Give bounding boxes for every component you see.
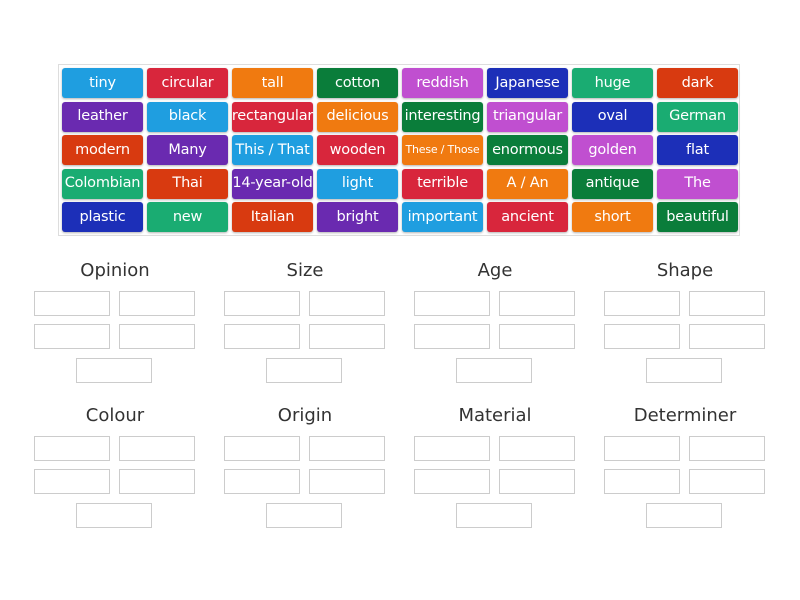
drop-slot[interactable] (689, 291, 765, 316)
word-tile[interactable]: wooden (317, 135, 398, 165)
drop-slot[interactable] (604, 324, 680, 349)
word-bank: tiny circular tall cotton reddish Japanese hug… (58, 64, 740, 236)
group-title: Opinion (80, 260, 150, 281)
drop-slot[interactable] (414, 291, 490, 316)
word-tile[interactable]: enormous (487, 135, 568, 165)
word-tile[interactable]: tiny (62, 68, 143, 98)
drop-slot[interactable] (456, 358, 532, 383)
drop-slot[interactable] (309, 469, 385, 494)
word-tile[interactable]: These / Those (402, 135, 483, 165)
word-tile[interactable]: antique (572, 168, 653, 199)
word-tile[interactable]: light (317, 168, 398, 199)
word-tile[interactable]: Italian (232, 202, 313, 232)
word-tile[interactable]: Many (147, 135, 228, 165)
drop-slot[interactable] (34, 324, 110, 349)
word-tile[interactable]: tall (232, 68, 313, 98)
word-tile[interactable]: beautiful (657, 202, 738, 232)
word-tile[interactable]: This / That (232, 135, 313, 165)
drop-slot[interactable] (646, 358, 722, 383)
word-tile[interactable]: delicious (317, 101, 398, 132)
word-tile[interactable]: Japanese (487, 68, 568, 98)
drop-slot[interactable] (119, 436, 195, 461)
word-tile[interactable]: rectangular (232, 101, 313, 132)
drop-slot[interactable] (689, 469, 765, 494)
word-tile[interactable]: bright (317, 202, 398, 232)
drop-slot[interactable] (119, 324, 195, 349)
drop-slot[interactable] (309, 324, 385, 349)
word-tile[interactable]: German (657, 101, 738, 132)
drop-slot[interactable] (689, 324, 765, 349)
drop-slot[interactable] (34, 291, 110, 316)
drop-slot[interactable] (224, 436, 300, 461)
drop-slot[interactable] (76, 503, 152, 528)
drop-slot[interactable] (224, 291, 300, 316)
drop-slot[interactable] (224, 469, 300, 494)
word-tile[interactable]: golden (572, 135, 653, 165)
group-title: Determiner (633, 405, 737, 426)
drop-slot[interactable] (604, 436, 680, 461)
word-tile[interactable]: Colombian (62, 168, 143, 199)
group-title: Size (286, 260, 324, 281)
drop-slot[interactable] (414, 324, 490, 349)
word-tile[interactable]: circular (147, 68, 228, 98)
group-title: Shape (656, 260, 714, 281)
word-tile[interactable]: A / An (487, 168, 568, 199)
word-tile[interactable]: black (147, 101, 228, 132)
word-tile[interactable]: new (147, 202, 228, 232)
drop-slot[interactable] (266, 503, 342, 528)
drop-slot[interactable] (266, 358, 342, 383)
word-tile[interactable]: important (402, 202, 483, 232)
drop-slot[interactable] (499, 324, 575, 349)
drop-slot[interactable] (224, 324, 300, 349)
drop-slot[interactable] (604, 291, 680, 316)
word-tile[interactable]: flat (657, 135, 738, 165)
word-tile[interactable]: interesting (402, 101, 483, 132)
group-title: Origin (277, 405, 333, 426)
word-tile[interactable]: leather (62, 101, 143, 132)
drop-slot[interactable] (499, 436, 575, 461)
group-title: Colour (85, 405, 145, 426)
word-tile[interactable]: reddish (402, 68, 483, 98)
group-title: Age (477, 260, 513, 281)
drop-slot[interactable] (309, 291, 385, 316)
word-tile[interactable]: ancient (487, 202, 568, 232)
word-tile[interactable]: The (657, 168, 738, 199)
drop-slot[interactable] (34, 436, 110, 461)
word-tile[interactable]: oval (572, 101, 653, 132)
word-tile[interactable]: triangular (487, 101, 568, 132)
drop-slot[interactable] (604, 469, 680, 494)
group-title: Material (458, 405, 532, 426)
drop-slot[interactable] (646, 503, 722, 528)
drop-slot[interactable] (309, 436, 385, 461)
word-tile[interactable]: modern (62, 135, 143, 165)
drop-slot[interactable] (499, 469, 575, 494)
drop-slot[interactable] (456, 503, 532, 528)
drop-slot[interactable] (76, 358, 152, 383)
drop-slot[interactable] (689, 436, 765, 461)
word-tile[interactable]: 14-year-old (232, 168, 313, 199)
drop-slot[interactable] (119, 469, 195, 494)
drop-slot[interactable] (414, 436, 490, 461)
drop-slot[interactable] (499, 291, 575, 316)
word-tile[interactable]: plastic (62, 202, 143, 232)
word-tile[interactable]: cotton (317, 68, 398, 98)
word-tile[interactable]: huge (572, 68, 653, 98)
drop-slot[interactable] (414, 469, 490, 494)
drop-slot[interactable] (34, 469, 110, 494)
drop-slot[interactable] (119, 291, 195, 316)
word-tile[interactable]: terrible (402, 168, 483, 199)
word-tile[interactable]: Thai (147, 168, 228, 199)
word-tile[interactable]: dark (657, 68, 738, 98)
word-tile[interactable]: short (572, 202, 653, 232)
